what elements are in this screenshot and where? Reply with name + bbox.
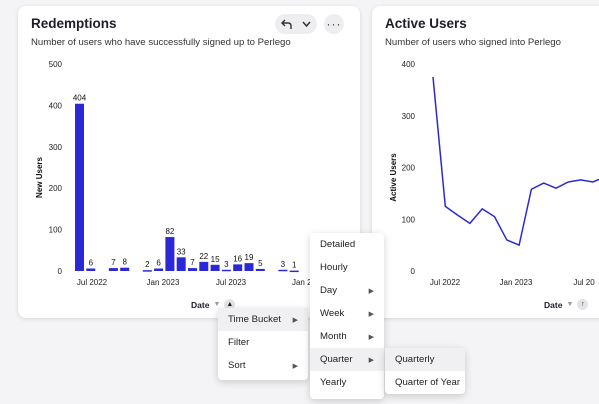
y-tick-label: 200: [402, 164, 416, 173]
x-tick-label: Jul 20: [573, 278, 595, 287]
submenu-arrow-icon: ▶: [368, 333, 374, 341]
y-axis-label: New Users: [35, 157, 44, 198]
bar-data-label: 15: [211, 255, 220, 264]
bar: [233, 264, 243, 271]
menu-item-quarter-of-year[interactable]: Quarter of Year: [385, 371, 465, 394]
submenu-arrow-icon: ▶: [368, 356, 374, 364]
menu-item-hourly[interactable]: Hourly: [310, 256, 384, 279]
redemptions-bar-chart: 0100200300400500New Users4046 7 8 2 68233722…: [35, 60, 317, 287]
x-tick-label: Jan 2023: [500, 278, 533, 287]
y-tick-label: 300: [402, 112, 416, 121]
bar-data-label: 7: [190, 258, 195, 267]
y-tick-label: 500: [49, 60, 63, 69]
caret-down-icon: ▼: [566, 301, 574, 308]
bar-data-label: 7: [111, 258, 116, 267]
bar-data-label: 3: [281, 260, 286, 269]
bar: [154, 268, 164, 271]
time-bucket-submenu: Detailed Hourly Day ▶ Week ▶ Month ▶ Quarte…: [310, 233, 384, 399]
submenu-arrow-icon: ▶: [292, 316, 298, 324]
bar: [278, 269, 288, 272]
bar-data-label: 19: [245, 253, 254, 262]
bar: [255, 268, 265, 271]
menu-item-quarterly[interactable]: Quarterly: [385, 348, 465, 371]
bar-data-label: 6: [89, 259, 94, 268]
bar-data-label: 22: [199, 252, 208, 261]
y-axis-label: Active Users: [389, 153, 398, 202]
x-tick-label: Jul 2022: [430, 278, 461, 287]
bar-data-label: 16: [233, 254, 242, 263]
caret-down-icon: ▼: [213, 301, 221, 308]
menu-item-week[interactable]: Week ▶: [310, 302, 384, 325]
x-tick-label: Jul 2022: [77, 278, 108, 287]
menu-item-sort[interactable]: Sort ▶: [218, 354, 308, 377]
bar-data-label: 3: [224, 260, 229, 269]
bar: [188, 268, 197, 271]
menu-item-day[interactable]: Day ▶: [310, 279, 384, 302]
menu-item-detailed[interactable]: Detailed: [310, 233, 384, 256]
bar: [108, 268, 118, 271]
bar-data-label: 404: [73, 94, 87, 103]
redemptions-card: Redemptions Number of users who have suc…: [18, 6, 360, 318]
bar: [165, 237, 175, 271]
x-tick-label: Jul 2023: [216, 278, 247, 287]
sort-up-icon[interactable]: ↑: [577, 299, 589, 310]
y-tick-label: 300: [49, 143, 63, 152]
menu-item-time-bucket[interactable]: Time Bucket ▶: [218, 308, 308, 331]
active-users-card: Active Users Number of users who signed …: [372, 6, 599, 318]
bar: [244, 263, 254, 271]
bar-data-label: 8: [122, 258, 127, 267]
bar-data-label: 1: [292, 261, 297, 270]
bar-data-label: 5: [258, 259, 263, 268]
active-users-line-chart: 0 100 200 300 400 Active Users Jul 2022 Jan 202…: [389, 60, 599, 287]
bar: [221, 269, 231, 272]
bar: [142, 270, 152, 272]
x-tick-label: Jan 2023: [147, 278, 180, 287]
bar-data-label: 33: [177, 247, 186, 256]
bar-data-label: 82: [165, 227, 174, 236]
bar: [86, 268, 96, 271]
menu-item-quarter[interactable]: Quarter ▶: [310, 348, 384, 371]
active-users-x-axis-title[interactable]: Date ▼ ↑: [544, 299, 589, 310]
bar: [199, 261, 209, 271]
y-tick-label: 0: [58, 267, 63, 276]
bar-data-label: 6: [156, 259, 161, 268]
bar: [120, 267, 130, 271]
bar: [210, 264, 220, 271]
y-tick-label: 400: [49, 101, 63, 110]
y-tick-label: 0: [411, 267, 416, 276]
axis-context-menu: Time Bucket ▶ Filter Sort ▶: [218, 308, 308, 380]
bar-data-label: 2: [145, 260, 150, 269]
menu-item-yearly[interactable]: Yearly: [310, 371, 384, 394]
bar: [75, 103, 84, 271]
y-tick-label: 100: [402, 215, 416, 224]
submenu-arrow-icon: ▶: [368, 287, 374, 295]
menu-item-filter[interactable]: Filter: [218, 331, 308, 354]
menu-item-month[interactable]: Month ▶: [310, 325, 384, 348]
active-users-series-line: [432, 76, 599, 247]
bar: [176, 257, 186, 271]
quarter-submenu: Quarterly Quarter of Year: [385, 348, 465, 394]
submenu-arrow-icon: ▶: [368, 310, 374, 318]
bar: [289, 270, 299, 273]
y-tick-label: 200: [49, 184, 63, 193]
y-tick-label: 100: [49, 226, 63, 235]
y-tick-label: 400: [402, 60, 416, 69]
submenu-arrow-icon: ▶: [292, 362, 298, 370]
